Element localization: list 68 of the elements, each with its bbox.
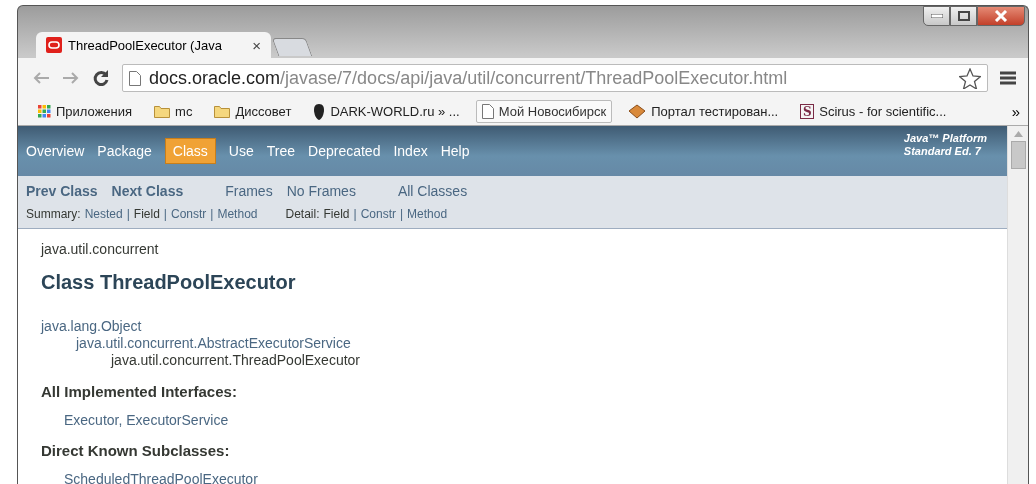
menu-icon[interactable]	[1000, 71, 1016, 85]
class-name[interactable]: java.lang.Object	[41, 318, 142, 334]
separator: |	[163, 207, 167, 221]
letter-icon: S	[800, 104, 815, 119]
nav-link[interactable]: Frames	[225, 183, 273, 199]
maximize-button[interactable]	[950, 6, 977, 26]
class-title: Class ThreadPoolExecutor	[41, 271, 297, 294]
nav-link[interactable]: Nested	[84, 207, 123, 221]
close-icon	[994, 10, 1008, 22]
bookmark-item[interactable]: Диссовет	[208, 100, 298, 123]
close-window-button[interactable]	[977, 6, 1025, 26]
nav-link[interactable]: Index	[393, 143, 428, 159]
nav-link[interactable]: No Frames	[286, 183, 356, 199]
nav-link[interactable]: Next Class	[111, 183, 184, 199]
nav-link[interactable]: Use	[228, 143, 254, 159]
browser-tab[interactable]: ThreadPoolExecutor (Java ×	[36, 32, 271, 58]
scroll-thumb[interactable]	[1010, 141, 1026, 169]
nav-link[interactable]: Help	[440, 143, 470, 159]
nav-link[interactable]: Constr	[360, 207, 396, 221]
section-link[interactable]: Executor, ExecutorService	[64, 412, 1007, 428]
separator: |	[126, 207, 130, 221]
summary-label: Summary:	[26, 207, 81, 221]
summary-label: Detail:	[285, 207, 320, 221]
more-bookmarks-button[interactable]: »	[1011, 103, 1020, 120]
section-heading: All Implemented Interfaces:	[41, 383, 238, 400]
nav-text: Field	[133, 207, 160, 221]
bookmark-item[interactable]: Портал тестирован...	[622, 100, 785, 123]
new-tab-button[interactable]	[271, 38, 313, 56]
minimize-icon	[930, 14, 943, 18]
section-link[interactable]: ScheduledThreadPoolExecutor	[64, 471, 1007, 484]
reload-icon[interactable]	[92, 69, 110, 87]
nav-link[interactable]: Method	[407, 207, 448, 221]
maximize-icon	[957, 11, 970, 21]
folder-icon	[214, 105, 231, 118]
page-icon	[129, 70, 141, 86]
nav-text: Field	[323, 207, 350, 221]
favicon-icon	[46, 37, 62, 53]
nav-link[interactable]: Deprecated	[308, 143, 381, 159]
star-icon[interactable]	[959, 67, 981, 89]
package-name: java.util.concurrent	[41, 241, 160, 257]
separator: |	[400, 207, 404, 221]
separator: |	[353, 207, 357, 221]
bookmark-item[interactable]: S Scirus - for scientific...	[794, 100, 953, 123]
separator: |	[210, 207, 214, 221]
nav-link[interactable]: Method	[217, 207, 258, 221]
nav-link[interactable]: Tree	[266, 143, 296, 159]
bookmark-item[interactable]: mc	[148, 100, 199, 123]
minimize-button[interactable]	[923, 6, 950, 26]
nav-link[interactable]: Prev Class	[26, 183, 98, 199]
tab-title: ThreadPoolExecutor (Java	[68, 37, 223, 53]
platform-label: Java™ Platform Standard Ed. 7	[903, 131, 987, 159]
nav-link[interactable]: Constr	[171, 207, 207, 221]
close-tab-button[interactable]: ×	[252, 36, 261, 54]
scrollbar[interactable]	[1007, 126, 1028, 484]
page-icon	[481, 104, 494, 119]
class-name[interactable]: java.util.concurrent.AbstractExecutorService	[76, 335, 351, 351]
bookmark-item[interactable]: Мой Новосибирск	[475, 100, 613, 123]
class-name: java.util.concurrent.ThreadPoolExecutor	[111, 352, 361, 368]
address-bar[interactable]: docs.oracle.com/javase/7/docs/api/java/util/concurrent/ThreadPoolExecutor.html	[122, 64, 988, 92]
url-text: docs.oracle.com/javase/7/docs/api/java/util/concurrent/ThreadPoolExecutor.html	[149, 67, 789, 89]
nav-link[interactable]: All Classes	[397, 183, 468, 199]
bookmark-item[interactable]: Приложения	[32, 100, 139, 123]
apps-grid-icon	[38, 105, 51, 118]
nav-link[interactable]: Package	[97, 143, 152, 159]
folder-icon	[154, 105, 171, 118]
section-heading: Direct Known Subclasses:	[41, 442, 231, 459]
nav-link[interactable]: Overview	[26, 143, 85, 159]
bookmark-item[interactable]: DARK-WORLD.ru » ...	[307, 100, 466, 123]
